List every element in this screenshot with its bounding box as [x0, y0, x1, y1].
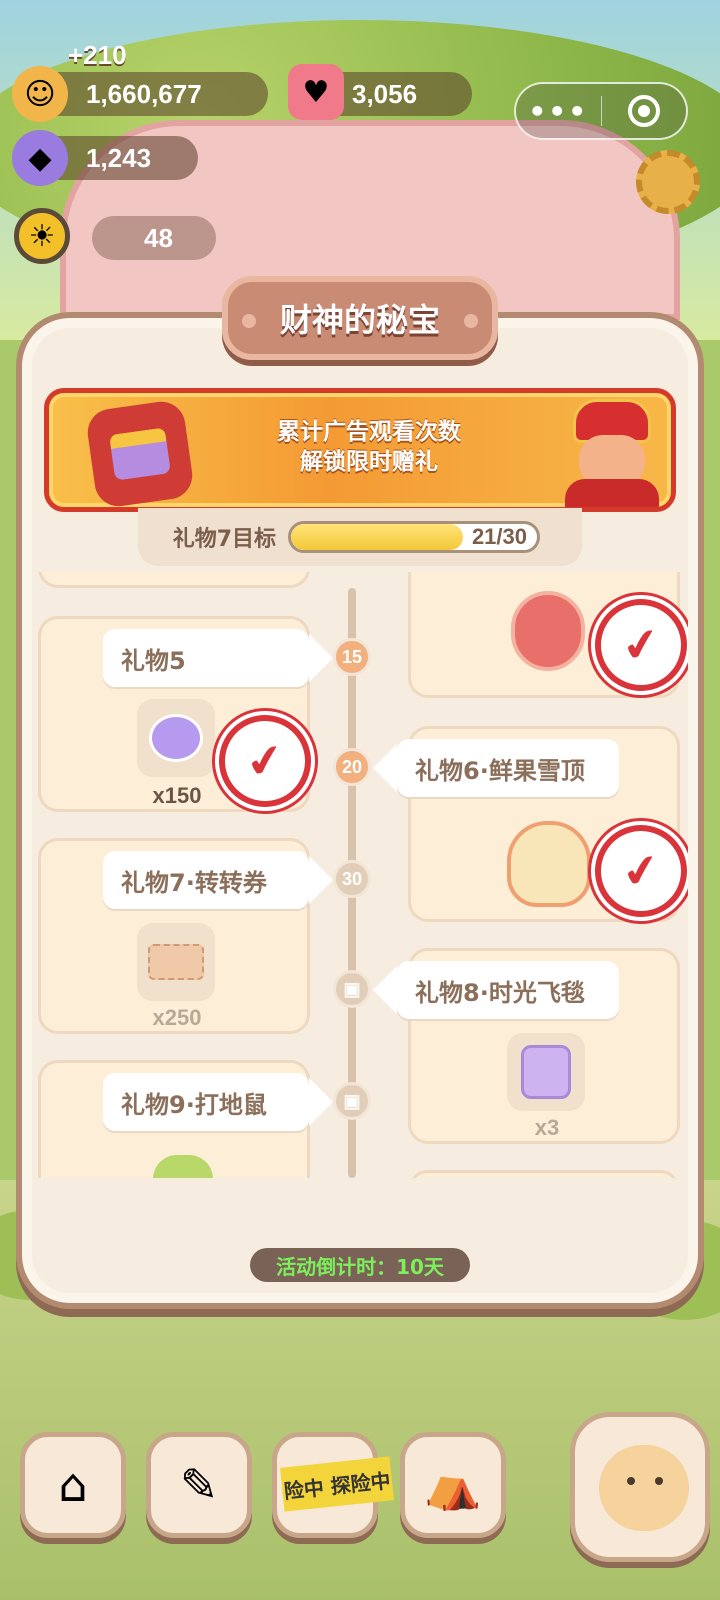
gift-label: 礼物7·转转券 — [103, 851, 333, 909]
goal-progress-label: 礼物7目标 — [172, 527, 276, 552]
purple-candy-icon: ◆ — [12, 130, 68, 186]
check-stamp-icon: ✔ — [587, 591, 688, 699]
goal-progress: 礼物7目标 21/30 — [138, 508, 582, 566]
goal-progress-value: 21/30 — [471, 524, 527, 549]
pet-alarm-button[interactable] — [570, 1412, 710, 1562]
notebook-icon: ✎ — [179, 1458, 219, 1512]
flower-hairpin-item-icon — [511, 591, 585, 671]
visitor-counter: 48 — [92, 216, 216, 260]
home-button[interactable]: ⌂ — [20, 1432, 126, 1538]
gift-card-6[interactable]: 礼物6·鲜果雪顶 ✔ — [373, 726, 688, 925]
timeline-node: 20 — [333, 748, 371, 786]
coin-gain-text: +210 — [68, 40, 127, 70]
gift-list[interactable]: ✔ 礼物5 x150 ✔ 15 礼物6·鲜果雪顶 ✔ 20 礼物7·转转券 x2… — [32, 572, 688, 1178]
gift-icon: ▣ — [333, 1082, 371, 1120]
event-banner: 累计广告观看次数 解锁限时赠礼 — [44, 388, 676, 512]
gem-counter-value: 3,056 — [352, 78, 418, 109]
tasks-button[interactable]: ✎ — [146, 1432, 252, 1538]
gift-quantity: x150 — [152, 783, 202, 808]
magic-carpet-item-icon — [507, 1033, 585, 1111]
visitor-counter-value: 48 — [144, 222, 173, 253]
whack-a-mole-item-icon — [153, 1155, 213, 1178]
gift-label: 礼物6·鲜果雪顶 — [373, 739, 619, 797]
mini-program-capsule: ••• — [514, 82, 688, 140]
gift-card-8[interactable]: 礼物8·时光飞毯 x3 — [373, 948, 680, 1144]
sun-icon[interactable]: ☀ — [14, 208, 70, 264]
gift-icon: ▣ — [333, 970, 371, 1008]
timeline-node: 30 — [333, 860, 371, 898]
fruit-sundae-item-icon — [507, 821, 591, 907]
candy-counter-value: 1,243 — [86, 142, 152, 173]
banner-text: 累计广告观看次数 解锁限时赠礼 — [209, 417, 529, 477]
gift-card-5[interactable]: 礼物5 x150 ✔ — [38, 616, 333, 815]
gift-box-icon — [84, 398, 196, 507]
banner-line-2: 解锁限时赠礼 — [300, 449, 438, 475]
gift-quantity: x3 — [534, 1115, 560, 1140]
gift-card[interactable]: ✔ — [408, 572, 688, 699]
gift-card-7[interactable]: 礼物7·转转券 x250 — [38, 838, 333, 1034]
gift-label: 礼物8·时光飞毯 — [373, 961, 619, 1019]
coin-counter-value: 1,660,677 — [86, 78, 202, 109]
gear-icon[interactable] — [636, 150, 700, 214]
gift-quantity: x250 — [152, 1005, 202, 1030]
gift-label: 礼物9·打地鼠 — [103, 1073, 333, 1131]
close-mini-program-button[interactable] — [602, 95, 687, 127]
event-countdown: 活动倒计时：10天 — [250, 1248, 470, 1282]
gift-label: 礼物5 — [103, 629, 333, 687]
mushroom-house-icon: ⌂ — [58, 1458, 88, 1512]
check-stamp-icon: ✔ — [587, 817, 688, 925]
cookie-coin-icon: ☺ — [12, 66, 68, 122]
ticket-item-icon — [137, 923, 215, 1001]
pet-icon — [599, 1445, 689, 1531]
shop-stall-icon: ⛺ — [424, 1457, 482, 1512]
timeline-node: 15 — [333, 638, 371, 676]
pink-gem-icon: ♥ — [288, 64, 344, 120]
goal-progress-bar: 21/30 — [288, 521, 540, 553]
more-menu-button[interactable]: ••• — [516, 95, 601, 128]
gift-card-cut — [38, 572, 310, 588]
gift-card-cut — [408, 1170, 680, 1178]
banner-line-1: 累计广告观看次数 — [277, 419, 461, 445]
modal-title: 财神的秘宝 — [222, 276, 498, 360]
goal-progress-fill — [291, 524, 464, 550]
gift-card-9[interactable]: 礼物9·打地鼠 — [38, 1060, 333, 1178]
candy-item-icon — [137, 699, 215, 777]
shop-button[interactable]: ⛺ — [400, 1432, 506, 1538]
fortune-god-illustration — [555, 399, 667, 507]
target-icon — [627, 95, 660, 127]
